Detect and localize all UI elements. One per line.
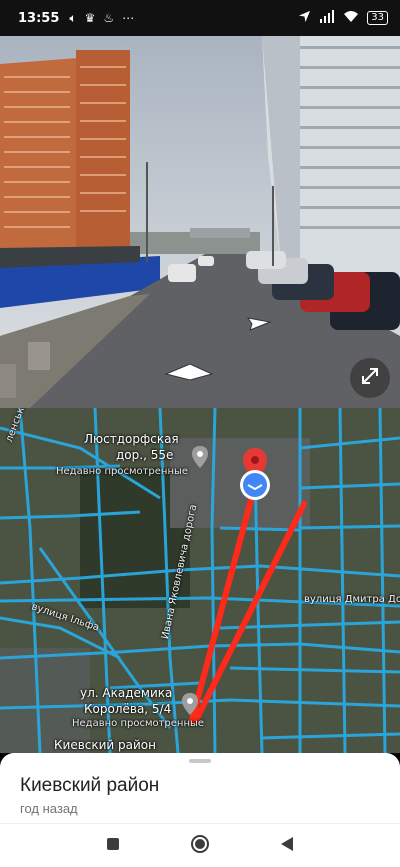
street-label: вулиця Дмитра Доно [304, 594, 400, 605]
recents-button[interactable] [98, 831, 128, 861]
poi-marker-icon[interactable] [182, 693, 198, 719]
status-bar: 13:55 🔈︎ ♛ ♨ ⋯ 33 [0, 0, 400, 36]
volume-icon: 🔈︎ [69, 10, 77, 25]
place-subtitle: год назад [20, 801, 78, 816]
poi-label[interactable]: Люстдорфская [84, 432, 179, 446]
poi-label[interactable]: Королёва, 5/4 [84, 702, 171, 716]
sheet-drag-handle[interactable] [189, 759, 211, 763]
cooking-icon: ♨ [103, 11, 115, 25]
back-button[interactable] [272, 831, 302, 861]
poi-label[interactable]: дор., 55е [116, 448, 173, 462]
street-view-image [0, 36, 400, 408]
wifi-icon [343, 10, 359, 27]
map-view[interactable]: Люстдорфская дор., 55е Недавно просмотре… [0, 408, 400, 753]
poi-label[interactable]: ул. Академика [80, 686, 172, 700]
expand-button[interactable] [350, 358, 390, 398]
status-time: 13:55 [18, 10, 60, 26]
recents-icon [106, 836, 120, 855]
more-dots-icon: ⋯ [122, 11, 135, 25]
place-bottom-sheet[interactable]: Киевский район год назад [0, 753, 400, 823]
place-title: Киевский район [20, 775, 160, 796]
crown-icon: ♛ [84, 11, 96, 25]
signal-icon [319, 9, 335, 27]
back-icon [280, 836, 294, 856]
poi-sublabel: Недавно просмотренные [56, 466, 189, 477]
expand-icon [360, 366, 380, 390]
street-view-panorama[interactable] [0, 36, 400, 408]
poi-marker-icon[interactable] [192, 446, 208, 472]
location-dot-icon [238, 468, 272, 506]
system-nav-bar [0, 823, 400, 867]
battery-indicator: 33 [367, 11, 388, 25]
poi-sublabel: Недавно просмотренные [72, 718, 205, 729]
poi-label[interactable]: Киевский район [54, 738, 156, 752]
location-arrow-icon [298, 10, 311, 27]
home-icon [190, 834, 210, 858]
home-button[interactable] [185, 831, 215, 861]
